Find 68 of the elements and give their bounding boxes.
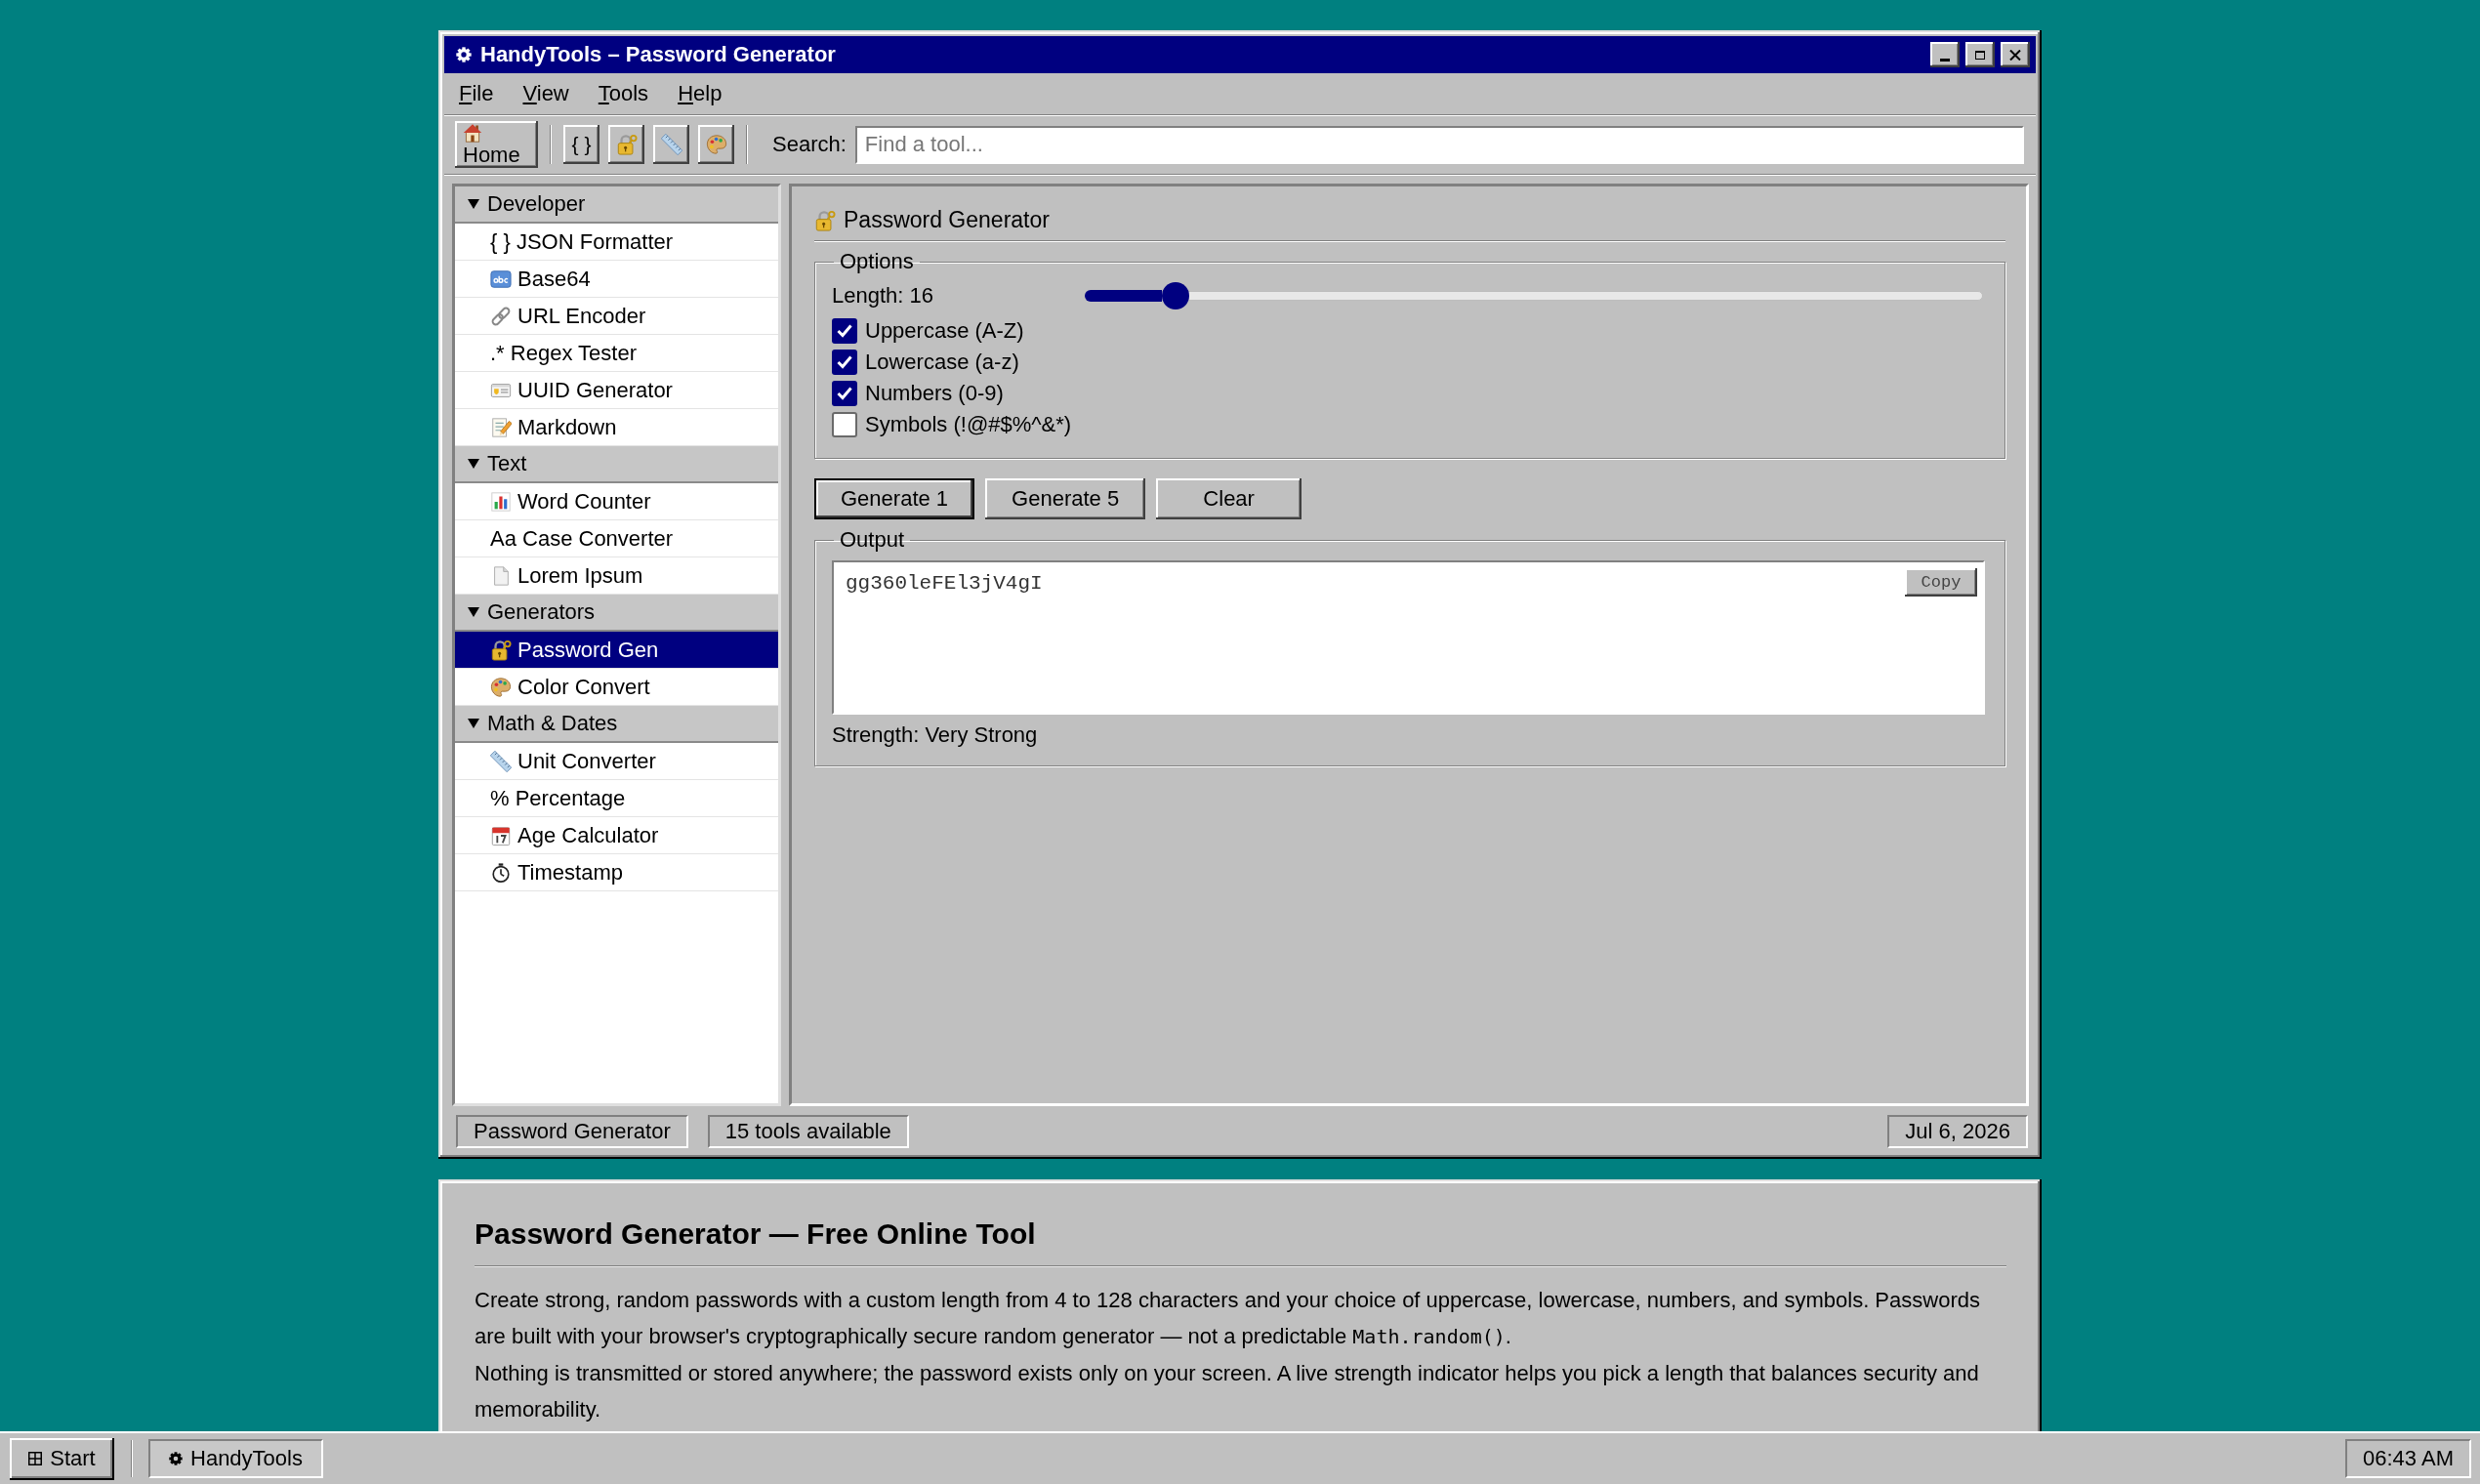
sidebar-item[interactable]: Password Gen — [455, 632, 778, 669]
article-heading: Password Generator — Free Online Tool — [475, 1215, 2006, 1266]
options-legend: Options — [834, 249, 920, 274]
taskbar-button[interactable]: HandyTools — [148, 1439, 323, 1478]
search-field[interactable]: Find a tool... — [854, 125, 2024, 164]
gear-icon — [169, 1452, 183, 1465]
stopwatch-icon — [490, 861, 512, 884]
minimize-button[interactable] — [1930, 42, 1960, 67]
status-pane: 15 tools available — [707, 1115, 909, 1148]
checkbox[interactable] — [832, 318, 857, 344]
clock: 06:43 AM — [2345, 1439, 2471, 1478]
palette-icon — [490, 676, 512, 698]
search-label: Search: — [772, 132, 847, 157]
menu-item[interactable]: View — [508, 77, 584, 110]
article-paragraph: Create strong, random passwords with a custom length from 4 to 128 characters and your choice of uppercase, lowercase, numbers, and symbols. Passwords are built with your browser's cryptographically secure random generator — not a predictable Math.random(). — [475, 1287, 1981, 1350]
bar-chart-icon — [490, 490, 512, 513]
checkbox[interactable] — [832, 350, 857, 375]
strength-label: Strength: Very Strong — [832, 722, 1039, 748]
menu-item[interactable]: Tools — [583, 77, 664, 110]
home-button[interactable]: Home — [455, 121, 538, 168]
maximize-button[interactable] — [1965, 42, 1995, 67]
check-icon — [837, 324, 852, 338]
article-paragraph: Nothing is transmitted or stored anywhere; the password exists only on your screen. A live strength indicator helps you pick a length that balances security and memorability. — [475, 1360, 1980, 1423]
check-icon — [837, 387, 852, 400]
panel-title: Password Generator — [844, 207, 1050, 233]
menu-item[interactable]: Help — [663, 77, 737, 110]
link-icon — [490, 305, 512, 327]
sidebar-group-header[interactable]: Developer — [455, 186, 778, 224]
squared-plus-icon — [28, 1452, 43, 1465]
generate-one-button[interactable]: Generate 1 — [814, 478, 975, 519]
window-title: HandyTools – Password Generator — [479, 42, 837, 67]
sidebar-group-header[interactable]: Math & Dates — [455, 706, 778, 743]
length-label: Length: 16 — [832, 283, 934, 309]
calendar-icon — [490, 824, 512, 846]
checkbox-label: Uppercase (A-Z) — [865, 318, 1024, 344]
status-pane: Jul 6, 2026 — [1887, 1115, 2028, 1148]
close-button[interactable] — [2001, 42, 2030, 67]
output-legend: Output — [834, 527, 911, 553]
slider-thumb[interactable] — [1161, 282, 1189, 309]
checkbox[interactable] — [832, 381, 857, 406]
generate-five-button[interactable]: Generate 5 — [985, 478, 1146, 519]
start-button[interactable]: Start — [10, 1437, 114, 1480]
lock-icon — [615, 134, 638, 155]
copy-button[interactable]: Copy — [1905, 568, 1977, 597]
checkbox-label: Lowercase (a-z) — [865, 350, 1019, 375]
clear-button[interactable]: Clear — [1156, 478, 1302, 519]
memo-icon — [490, 416, 512, 438]
toolbar-button[interactable] — [698, 125, 734, 164]
sidebar-group-header[interactable]: Generators — [455, 595, 778, 632]
status-pane: Password Generator — [456, 1115, 688, 1148]
minimize-icon — [1940, 59, 1950, 62]
checkbox-label: Symbols (!@#$%^&*) — [865, 412, 1072, 437]
close-icon — [2009, 49, 2021, 61]
toolbar-button[interactable] — [608, 125, 644, 164]
palette-icon — [705, 134, 727, 155]
sidebar-group-header[interactable]: Text — [455, 446, 778, 483]
toolbar-button[interactable]: { } — [563, 125, 599, 164]
checkbox[interactable] — [832, 412, 857, 437]
text-tile-icon — [490, 268, 512, 290]
check-icon — [837, 355, 852, 369]
menu-item[interactable]: File — [444, 77, 509, 110]
maximize-icon — [1975, 50, 1985, 60]
gear-icon — [456, 47, 472, 62]
lock-icon — [814, 209, 836, 231]
house-icon — [463, 123, 482, 143]
checkbox-label: Numbers (0-9) — [865, 381, 1004, 406]
toolbar-button[interactable] — [653, 125, 689, 164]
lock-icon — [490, 639, 512, 661]
